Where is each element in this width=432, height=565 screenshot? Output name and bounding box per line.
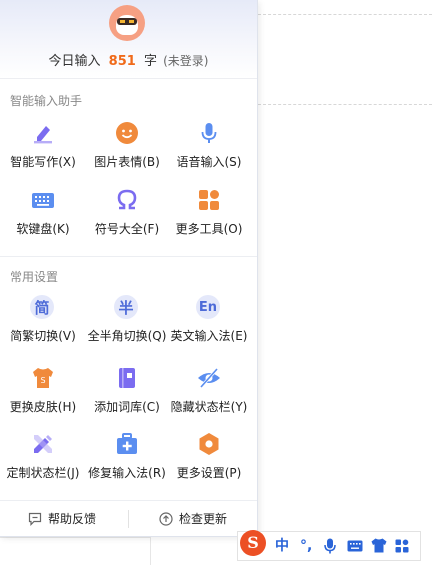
- menu-item-label: 图片表情(B): [94, 155, 160, 169]
- menu-item-more-settings[interactable]: 更多设置(P): [166, 432, 252, 488]
- menu-item-label: 智能写作(X): [10, 155, 76, 169]
- menu-item-label: 全半角切换(Q): [87, 329, 167, 343]
- menu-item-soft-keyboard[interactable]: 软键盘(K): [0, 188, 86, 244]
- voice-button[interactable]: [324, 532, 336, 560]
- microphone-icon: [324, 538, 336, 554]
- help-feedback-button[interactable]: 帮助反馈: [28, 501, 96, 537]
- document-background: [258, 0, 432, 565]
- emoji-icon: [116, 122, 138, 144]
- menu-item-label: 语音输入(S): [176, 155, 242, 169]
- omega-symbol-icon: [117, 189, 137, 210]
- microphone-icon: [201, 123, 217, 143]
- soft-keyboard-button[interactable]: [347, 532, 363, 560]
- menu-item-simplified-traditional[interactable]: 简 简繁切换(V): [0, 295, 86, 351]
- menu-item-change-skin[interactable]: S 更换皮肤(H): [0, 366, 86, 422]
- shirt-icon: [371, 538, 387, 553]
- menu-item-label: 软键盘(K): [16, 222, 70, 236]
- check-update-button[interactable]: 检查更新: [159, 501, 227, 537]
- ime-menu: 今日输入 851 字 (未登录) 智能输入助手 智能写作(X) 图片表情(B) …: [0, 0, 258, 537]
- svg-text:S: S: [40, 376, 45, 385]
- section-title-common: 常用设置: [10, 270, 59, 284]
- ime-status-bar[interactable]: S 中 °,: [237, 530, 421, 561]
- menu-header: 今日输入 851 字 (未登录): [0, 0, 257, 79]
- menu-item-voice-input[interactable]: 语音输入(S): [166, 121, 252, 177]
- daily-input-count: 今日输入 851 字 (未登录): [0, 50, 257, 69]
- menu-item-english-input[interactable]: En 英文输入法(E): [166, 295, 252, 351]
- menu-item-label: 定制状态栏(J): [6, 466, 80, 480]
- count-value: 851: [108, 54, 136, 69]
- menu-item-repair-ime[interactable]: 修复输入法(R): [84, 432, 170, 488]
- check-update-label: 检查更新: [179, 512, 228, 526]
- menu-item-smart-writing[interactable]: 智能写作(X): [0, 121, 86, 177]
- repair-kit-icon: [117, 433, 137, 454]
- login-status[interactable]: (未登录): [163, 54, 208, 68]
- footer-separator: [128, 510, 129, 528]
- menu-item-label: 添加词库(C): [94, 400, 160, 414]
- skin-shirt-icon: S: [33, 368, 53, 388]
- keyboard-icon: [347, 540, 363, 552]
- document-divider: [0, 537, 150, 538]
- half-width-icon: 半: [114, 295, 138, 319]
- help-feedback-label: 帮助反馈: [48, 512, 97, 526]
- tools-grid-icon: [395, 539, 409, 553]
- menu-item-label: 修复输入法(R): [88, 466, 166, 480]
- hide-eye-icon: [198, 368, 220, 388]
- menu-footer: 帮助反馈 检查更新: [0, 500, 257, 537]
- menu-item-hide-statusbar[interactable]: 隐藏状态栏(Y): [166, 366, 252, 422]
- count-unit: 字: [143, 54, 157, 69]
- english-input-icon: En: [196, 295, 220, 319]
- menu-item-image-emoji[interactable]: 图片表情(B): [84, 121, 170, 177]
- settings-hexagon-icon: [199, 433, 219, 455]
- tools-grid-icon: [199, 190, 219, 210]
- menu-item-label: 更多设置(P): [176, 466, 242, 480]
- menu-item-add-dictionary[interactable]: 添加词库(C): [84, 366, 170, 422]
- robot-avatar-icon[interactable]: [109, 5, 145, 41]
- chinese-mode-toggle[interactable]: 中: [275, 532, 289, 560]
- menu-item-label: 英文输入法(E): [170, 329, 248, 343]
- menu-item-symbols[interactable]: 符号大全(F): [84, 188, 170, 244]
- page-guide-line: [258, 14, 432, 15]
- document-divider: [150, 537, 151, 565]
- count-prefix: 今日输入: [48, 54, 101, 69]
- update-arrow-icon: [159, 512, 173, 526]
- section-title-smart: 智能输入助手: [10, 94, 83, 108]
- dictionary-icon: [119, 368, 135, 388]
- punctuation-toggle[interactable]: °,: [300, 532, 312, 560]
- customize-pencil-icon: [34, 435, 52, 453]
- keyboard-icon: [32, 193, 54, 208]
- pen-write-icon: [34, 126, 52, 144]
- page-guide-line: [258, 104, 432, 105]
- menu-item-label: 更多工具(O): [175, 222, 243, 236]
- menu-item-label: 隐藏状态栏(Y): [170, 400, 248, 414]
- menu-item-label: 简繁切换(V): [10, 329, 76, 343]
- menu-item-half-width[interactable]: 半 全半角切换(Q): [84, 295, 170, 351]
- sogou-logo-icon[interactable]: S: [240, 530, 266, 556]
- menu-item-label: 更换皮肤(H): [9, 400, 77, 414]
- menu-item-more-tools[interactable]: 更多工具(O): [166, 188, 252, 244]
- skin-button[interactable]: [371, 532, 387, 560]
- feedback-icon: [28, 512, 42, 526]
- section-divider: [0, 256, 257, 257]
- simplified-traditional-icon: 简: [30, 295, 54, 319]
- menu-item-customize-statusbar[interactable]: 定制状态栏(J): [0, 432, 86, 488]
- menu-item-label: 符号大全(F): [94, 222, 160, 236]
- toolbox-button[interactable]: [395, 532, 409, 560]
